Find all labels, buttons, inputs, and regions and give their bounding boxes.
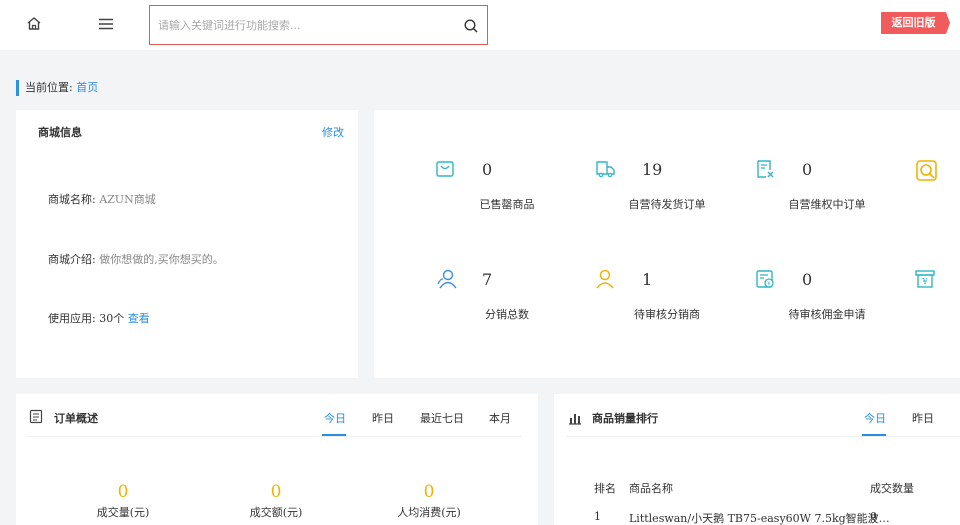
search-icon[interactable] (463, 18, 479, 34)
invoice-x-icon (754, 158, 776, 180)
shop-apps-label: 使用应用: (48, 312, 96, 325)
shop-apps-value: 30个 (99, 312, 125, 325)
stat-distribution-total[interactable]: 7 分销总数 (372, 268, 532, 338)
shop-intro-value: 做你想做的,买你想买的。 (99, 253, 224, 266)
row-rank: 1 (594, 510, 601, 523)
search-input[interactable] (150, 6, 450, 44)
stat-value: 0 (802, 160, 813, 179)
stat-value: 0 (482, 160, 493, 179)
tab-yesterday[interactable]: 昨日 (912, 410, 934, 426)
shop-name-row: 商城名称: AZUN商城 (48, 191, 156, 207)
view-apps-link[interactable]: 查看 (128, 312, 150, 325)
metric-value: 0 (117, 482, 129, 502)
metric-volume: 0 成交量(元) (73, 482, 173, 520)
stat-pending-distributors[interactable]: 1 待审核分销商 (532, 268, 700, 338)
search-box (149, 5, 488, 45)
sales-ranking-card: 商品销量排行 今日 昨日 排名 商品名称 成交数量 1 Littleswan/小… (554, 394, 960, 525)
shop-info-card: 商城信息 修改 商城名称: AZUN商城 商城介绍: 做你想做的,买你想买的。 … (16, 110, 358, 378)
col-product-name: 商品名称 (629, 482, 673, 495)
breadcrumb: 当前位置: 首页 (16, 80, 98, 96)
truck-icon (594, 158, 616, 180)
metric-label: 人均消费(元) (397, 506, 461, 519)
stat-rights-orders[interactable]: 0 自营维权中订单 (692, 158, 866, 228)
metric-value: 0 (270, 482, 282, 502)
stat-value: 1 (642, 270, 653, 289)
stat-pending-commission[interactable]: ¥ 0 待审核佣金申请 (692, 268, 866, 338)
money-doc-icon: ¥ (754, 268, 776, 290)
shop-name-value: AZUN商城 (99, 193, 156, 206)
stat-truncated-1[interactable] (852, 158, 960, 228)
shop-intro-row: 商城介绍: 做你想做的,买你想买的。 (48, 251, 224, 267)
order-overview-card: 订单概述 今日 昨日 最近七日 本月 0 成交量(元) 0 成交额(元) 0 人… (16, 394, 538, 525)
metric-label: 成交量(元) (96, 506, 150, 519)
users-icon (434, 268, 457, 290)
stat-label: 待 (852, 306, 960, 322)
order-overview-title: 订单概述 (54, 412, 98, 425)
bar-chart-icon (568, 410, 582, 425)
stat-value: 19 (642, 160, 663, 179)
metric-value: 0 (423, 482, 435, 502)
return-old-version-button[interactable]: 返回旧版 (881, 12, 950, 34)
col-quantity: 成交数量 (870, 482, 914, 495)
divider (566, 436, 960, 437)
shop-intro-label: 商城介绍: (48, 253, 96, 266)
clipboard-icon (28, 408, 44, 424)
metric-avg-spend: 0 人均消费(元) (379, 482, 479, 520)
stat-truncated-2[interactable]: ¥ 待 (852, 268, 960, 338)
breadcrumb-home-link[interactable]: 首页 (76, 81, 98, 94)
breadcrumb-label: 当前位置: (25, 81, 73, 94)
stat-value: 0 (802, 270, 813, 289)
user-icon (594, 268, 616, 290)
tab-today[interactable]: 今日 (864, 410, 886, 426)
row-product-name[interactable]: Littleswan/小天鹅 TB75-easy60W 7.5kg智能波… (629, 510, 890, 525)
stat-pending-shipment[interactable]: 19 自营待发货订单 (532, 158, 706, 228)
stats-card: 0 已售罄商品 19 自营待发货订单 0 自营维权中订单 7 分销总数 1 待审… (374, 110, 960, 378)
shop-info-title: 商城信息 (38, 126, 82, 139)
top-bar: 返回旧版 (0, 0, 960, 50)
yen-icon: ¥ (914, 268, 936, 290)
tab-today[interactable]: 今日 (324, 410, 346, 426)
tab-this-month[interactable]: 本月 (489, 410, 511, 426)
edit-shop-link[interactable]: 修改 (322, 124, 344, 140)
metric-amount: 0 成交额(元) (226, 482, 326, 520)
home-icon[interactable] (24, 14, 44, 34)
shop-name-label: 商城名称: (48, 193, 96, 206)
metric-label: 成交额(元) (249, 506, 303, 519)
svg-text:¥: ¥ (921, 277, 928, 286)
tab-last-7-days[interactable]: 最近七日 (420, 410, 464, 426)
search-doc-icon (914, 158, 937, 181)
shop-apps-row: 使用应用: 30个 查看 (48, 310, 150, 326)
row-quantity: 0 (870, 510, 877, 523)
tab-yesterday[interactable]: 昨日 (372, 410, 394, 426)
stat-value: 7 (482, 270, 493, 289)
stat-sold-out[interactable]: 0 已售罄商品 (372, 158, 535, 228)
bag-icon (434, 158, 456, 180)
sales-ranking-title: 商品销量排行 (592, 412, 658, 425)
divider (28, 436, 522, 437)
col-rank: 排名 (594, 482, 616, 495)
menu-icon[interactable] (96, 14, 116, 34)
